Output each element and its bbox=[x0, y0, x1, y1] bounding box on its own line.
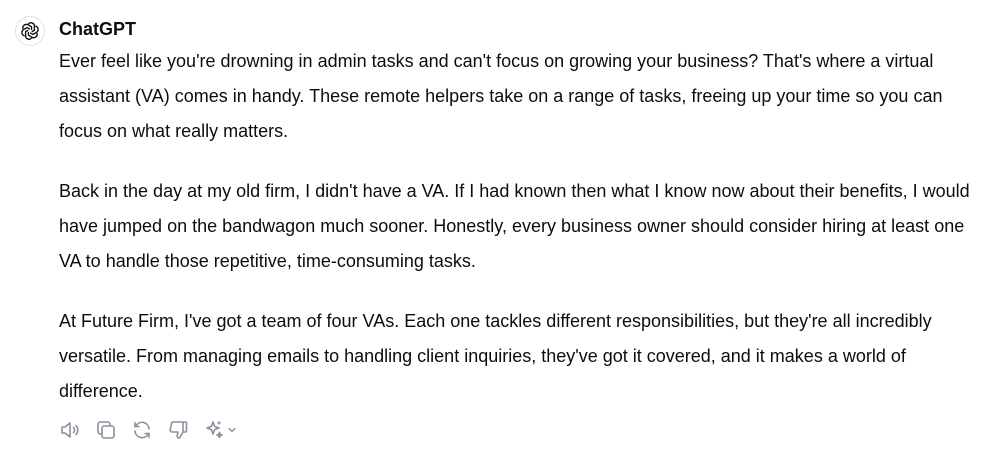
bad-response-button[interactable] bbox=[166, 417, 202, 443]
copy-icon bbox=[97, 421, 115, 439]
chevron-down-icon bbox=[228, 427, 236, 433]
thumbs-down-icon bbox=[169, 421, 188, 439]
copy-button[interactable] bbox=[94, 417, 130, 443]
message-paragraph-3: At Future Firm, I've got a team of four … bbox=[59, 311, 932, 401]
assistant-message: ChatGPT Ever feel like you're drowning i… bbox=[0, 0, 1002, 470]
speaker-icon bbox=[61, 422, 79, 438]
message-actions bbox=[58, 417, 246, 443]
regenerate-button[interactable] bbox=[130, 417, 166, 443]
openai-logo-icon bbox=[21, 22, 39, 40]
message-paragraph-2: Back in the day at my old firm, I didn't… bbox=[59, 181, 970, 271]
chatgpt-avatar bbox=[15, 16, 45, 46]
refresh-icon bbox=[134, 421, 150, 439]
read-aloud-button[interactable] bbox=[58, 417, 94, 443]
message-paragraph-1: Ever feel like you're drowning in admin … bbox=[59, 51, 943, 141]
message-author: ChatGPT bbox=[59, 19, 137, 39]
message-body: Ever feel like you're drowning in admin … bbox=[59, 44, 984, 434]
sparkle-icon bbox=[206, 421, 223, 439]
change-model-button[interactable] bbox=[202, 417, 246, 443]
